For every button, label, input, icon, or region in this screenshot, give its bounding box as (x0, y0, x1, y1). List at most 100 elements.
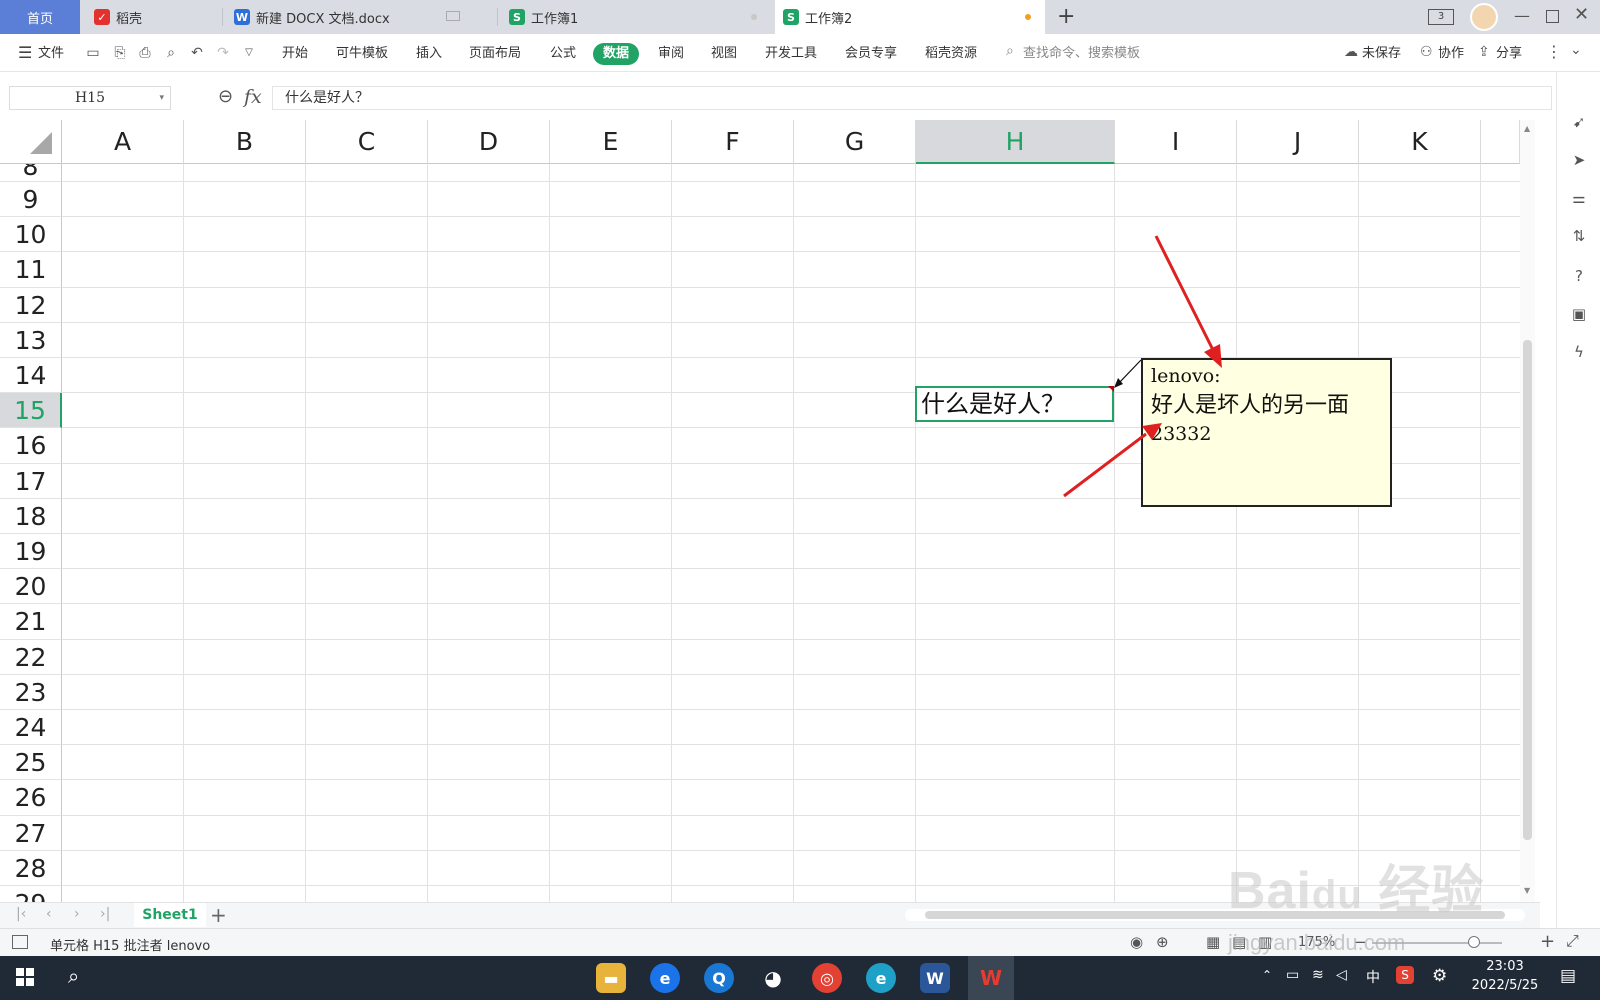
clock-time[interactable]: 23:03 (1470, 959, 1540, 974)
sheet-tab-sheet1[interactable]: Sheet1 (134, 903, 206, 927)
avatar[interactable] (1470, 3, 1498, 31)
undo-icon[interactable]: ↶ (188, 44, 206, 62)
scroll-down-icon[interactable]: ▼ (1524, 886, 1530, 895)
menu-developer[interactable]: 开发工具 (765, 43, 817, 65)
file-explorer-icon[interactable]: ▬ (596, 963, 626, 993)
zoom-in-icon[interactable]: + (1540, 931, 1555, 952)
quick-access-dropdown-icon[interactable]: ▽ (240, 44, 258, 62)
scroll-up-icon[interactable]: ▲ (1524, 124, 1530, 133)
pointer-icon[interactable]: ➤ (1569, 150, 1589, 170)
tab-workbook1[interactable]: S 工作簿1 (501, 0, 771, 34)
first-sheet-icon[interactable]: |‹ (16, 906, 26, 922)
formula-input[interactable]: 什么是好人？ (272, 86, 1552, 110)
tab-home[interactable]: 首页 (0, 0, 80, 34)
restore-icon[interactable] (1546, 10, 1559, 23)
macro-record-icon[interactable] (12, 935, 28, 949)
hamburger-icon[interactable]: ☰ (18, 43, 32, 62)
sogou-ime-icon[interactable]: S (1396, 966, 1414, 984)
format-icon[interactable]: ⇅ (1569, 226, 1589, 246)
clock-date[interactable]: 2022/5/25 (1462, 978, 1548, 993)
lightning-icon[interactable]: ϟ (1569, 342, 1589, 362)
last-sheet-icon[interactable]: ›| (100, 906, 110, 922)
chrome-icon[interactable]: ◎ (812, 963, 842, 993)
collapse-ribbon-icon[interactable]: ⌄ (1570, 42, 1582, 58)
menu-member[interactable]: 会员专享 (845, 43, 897, 65)
window-mode-badge: 3 (1437, 11, 1445, 22)
tab-separator (222, 8, 223, 26)
rocket-icon[interactable]: ➹ (1569, 112, 1589, 132)
redo-icon[interactable]: ↷ (214, 44, 232, 62)
add-sheet-icon[interactable]: + (210, 903, 227, 927)
monitor-icon (446, 11, 460, 21)
menu-start[interactable]: 开始 (282, 43, 308, 65)
menu-bar: ☰ 文件 ▭ ⎘ ⎙ ⌕ ↶ ↷ ▽ 开始 可牛模板 插入 页面布局 公式 数据… (0, 34, 1600, 72)
next-sheet-icon[interactable]: › (74, 906, 80, 922)
menu-file[interactable]: 文件 (38, 43, 64, 65)
ime-indicator[interactable]: 中 (1366, 967, 1380, 987)
name-box[interactable]: H15 ▾ (9, 86, 171, 110)
save-icon[interactable]: ▭ (84, 44, 102, 62)
menu-daoke-resources[interactable]: 稻壳资源 (925, 43, 977, 65)
share-button[interactable]: 分享 (1496, 43, 1522, 65)
collaborate-icon: ⚇ (1420, 44, 1433, 60)
more-options-icon[interactable]: ⋮ (1546, 42, 1562, 61)
wps-taskbar-button[interactable]: W (968, 956, 1014, 1000)
fullscreen-icon[interactable]: ⤢ (1566, 931, 1579, 951)
spreadsheet-grid: ABCDEFGHIJK 8 9 10 11 12 13 14 15 16 17 18 19 20 21 22… (0, 120, 1535, 902)
windows-start-icon[interactable] (16, 968, 34, 986)
ie-browser-icon[interactable]: e (650, 963, 680, 993)
save-as-icon[interactable]: ⎘ (111, 44, 129, 62)
menu-review[interactable]: 审阅 (658, 43, 684, 65)
help-icon[interactable]: ? (1569, 266, 1589, 286)
tab-home-label: 首页 (26, 11, 53, 27)
settings-gear-icon[interactable]: ⚙ (1432, 966, 1447, 986)
print-preview-icon[interactable]: ⌕ (162, 44, 180, 62)
baidu-watermark-logo: Baidu 经验 (1228, 862, 1485, 920)
fx-icon[interactable]: fx (244, 86, 262, 108)
print-icon[interactable]: ⎙ (136, 44, 154, 62)
word-icon[interactable]: W (920, 963, 950, 993)
notification-icon[interactable]: ▤ (1560, 966, 1576, 986)
volume-icon[interactable]: ◁ (1336, 967, 1347, 983)
edge-icon[interactable]: e (866, 963, 896, 993)
qq-icon[interactable]: ◕ (758, 963, 788, 993)
vertical-scrollbar[interactable]: ▲ ▼ (1520, 120, 1535, 902)
image-settings-icon[interactable]: ▣ (1569, 304, 1589, 324)
menu-insert[interactable]: 插入 (416, 43, 442, 65)
tab-daoke[interactable]: ✓ 稻壳 (86, 0, 222, 34)
command-search-input[interactable]: 查找命令、搜索模板 (1023, 43, 1140, 65)
collaborate-button[interactable]: 协作 (1438, 43, 1464, 65)
tab-docx[interactable]: W 新建 DOCX 文档.docx (226, 0, 496, 34)
prev-sheet-icon[interactable]: ‹ (46, 906, 52, 922)
menu-page-layout[interactable]: 页面布局 (469, 43, 521, 65)
close-icon[interactable]: ✕ (1574, 4, 1589, 25)
zoom-slider-handle[interactable] (1468, 936, 1480, 948)
window-mode-icon[interactable]: 3 (1428, 9, 1454, 25)
spreadsheet-icon: S (509, 9, 525, 25)
unsaved-dot (1025, 14, 1031, 20)
word-doc-icon: W (234, 9, 250, 25)
battery-icon[interactable]: ▭ (1286, 967, 1299, 983)
wifi-icon[interactable]: ≋ (1312, 967, 1324, 983)
search-icon[interactable]: ⌕ (68, 964, 79, 988)
unsaved-status[interactable]: 未保存 (1362, 43, 1401, 65)
tab-workbook2-label: 工作簿2 (805, 11, 853, 27)
menu-view[interactable]: 视图 (711, 43, 737, 65)
new-tab-plus-icon[interactable]: + (1057, 4, 1075, 29)
menu-kaniu-template[interactable]: 可牛模板 (336, 43, 388, 65)
vertical-scroll-thumb[interactable] (1523, 340, 1532, 840)
menu-formula[interactable]: 公式 (550, 43, 576, 65)
normal-view-icon[interactable]: ▦ (1206, 933, 1220, 951)
tray-expand-icon[interactable]: ⌃ (1262, 968, 1272, 982)
status-text: 单元格 H15 批注者 lenovo (50, 939, 211, 954)
zoom-formula-icon[interactable]: ⊖ (218, 86, 233, 107)
q-browser-icon[interactable]: Q (704, 963, 734, 993)
name-box-dropdown-icon[interactable]: ▾ (159, 87, 164, 109)
tab-workbook2[interactable]: S 工作簿2 (775, 0, 1045, 34)
sliders-icon[interactable]: ⚌ (1569, 188, 1589, 208)
menu-data[interactable]: 数据 (593, 43, 640, 65)
minimize-icon[interactable]: — (1514, 6, 1530, 25)
eye-protection-icon[interactable]: ◉ (1130, 933, 1143, 951)
input-method-icon[interactable]: ⊕ (1156, 933, 1169, 951)
red-arrowhead (1204, 344, 1222, 368)
